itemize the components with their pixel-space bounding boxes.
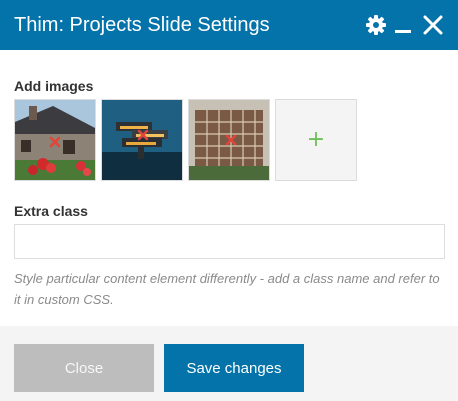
close-button[interactable]: Close — [14, 344, 154, 392]
close-icon[interactable] — [421, 13, 445, 37]
plus-icon: + — [306, 127, 326, 152]
add-images-label: Add images — [14, 78, 94, 94]
dialog-body: Add images + Extra class Style particula… — [0, 50, 458, 326]
settings-dialog: Thim: Projects Slide Settings Add images… — [0, 0, 458, 401]
dialog-title: Thim: Projects Slide Settings — [14, 14, 270, 36]
image-thumbnail-2[interactable] — [101, 99, 183, 181]
image-thumbnail-3[interactable] — [188, 99, 270, 181]
dialog-footer: Close Save changes — [0, 326, 458, 401]
save-changes-button[interactable]: Save changes — [164, 344, 304, 392]
extra-class-input[interactable] — [14, 224, 445, 259]
add-image-button[interactable]: + — [275, 99, 357, 181]
minimize-icon[interactable] — [392, 13, 416, 37]
dialog-titlebar[interactable]: Thim: Projects Slide Settings — [0, 0, 458, 50]
extra-class-label: Extra class — [14, 203, 88, 219]
extra-class-help-text: Style particular content element differe… — [14, 271, 440, 307]
gear-icon[interactable] — [364, 13, 388, 37]
image-thumbnail-1[interactable] — [14, 99, 96, 181]
